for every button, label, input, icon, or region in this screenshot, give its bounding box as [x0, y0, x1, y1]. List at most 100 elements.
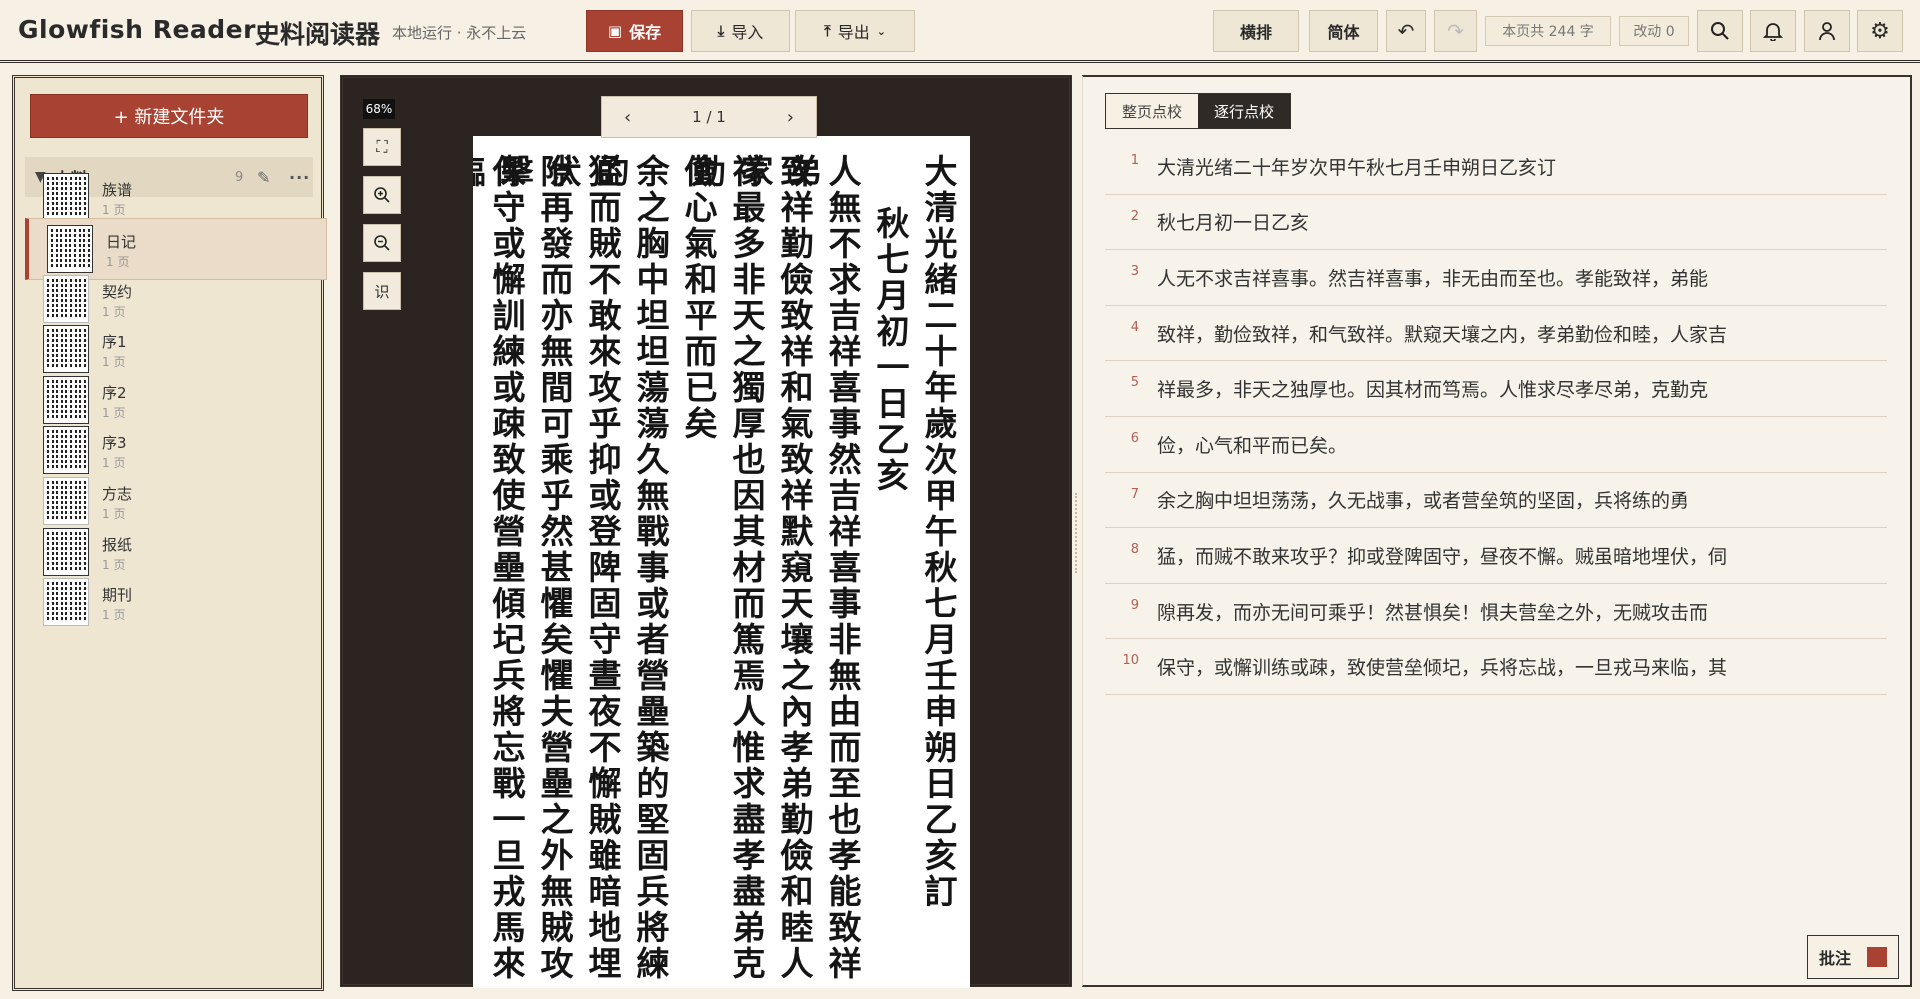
page-navigator: ‹ 1 / 1 › [601, 96, 817, 138]
document-name: 族谱 [102, 181, 133, 199]
thumbnail-line [83, 582, 86, 622]
thumbnail-line [51, 430, 54, 470]
thumbnail-line [60, 430, 63, 470]
line-number: 6 [1130, 430, 1139, 446]
line-text[interactable]: 致祥，勤俭致祥，和气致祥。默窥天壤之内，孝弟勤俭和睦，人家吉 [1157, 320, 1727, 347]
manuscript-column: 致祥勤儉致祥和氣致祥默窺天壤之內孝弟勤儉和睦人家 [735, 154, 814, 982]
transcription-row[interactable]: 4 致祥，勤俭致祥，和气致祥。默窥天壤之内，孝弟勤俭和睦，人家吉 [1105, 306, 1887, 362]
thumbnail-line [65, 279, 68, 319]
new-folder-button[interactable]: + 新建文件夹 [30, 94, 308, 138]
line-text[interactable]: 大清光绪二十年岁次甲午秋七月壬申朔日乙亥订 [1157, 153, 1556, 180]
document-thumbnail [43, 275, 89, 323]
notification-button[interactable] [1750, 10, 1796, 52]
document-name: 序2 [102, 384, 127, 402]
line-text[interactable]: 俭，心气和平而已矣。 [1157, 431, 1347, 458]
tab-full-page[interactable]: 整页点校 [1106, 94, 1199, 128]
resize-handle[interactable] [1075, 493, 1081, 573]
search-button[interactable] [1697, 10, 1743, 52]
zoom-out-button[interactable] [363, 224, 401, 262]
zoom-in-button[interactable] [363, 176, 401, 214]
thumbnail-line [79, 279, 82, 319]
thumbnail-line [70, 279, 72, 319]
manuscript-column: 保守或懈訓練或疎致使營壘傾圮兵將忘戰一旦戎馬來臨 [473, 154, 526, 982]
transcription-row[interactable]: 2 秋七月初一日乙亥 [1105, 195, 1887, 251]
line-text[interactable]: 猛，而贼不敢来攻乎？抑或登陴固守，昼夜不懈。贼虽暗地埋伏，伺 [1157, 542, 1727, 569]
manuscript-column: 猛而賊不敢來攻乎抑或登陴固守晝夜不懈賊雖暗地埋伏 [543, 154, 622, 982]
download-icon: ⤓ [717, 22, 725, 40]
thumbnail-line [74, 582, 77, 622]
thumbnail-line [74, 279, 77, 319]
search-icon [1711, 22, 1729, 40]
thumbnail-line [70, 532, 72, 572]
manuscript-column: 余之胸中坦坦蕩蕩久無戰事或者營壘築的堅固兵將練的 [591, 154, 670, 982]
transcription-row[interactable]: 10 保守，或懈训练或疎，致使营垒倾圮，兵将忘战，一旦戎马来临，其 [1105, 639, 1887, 695]
thumbnail-line [55, 229, 58, 269]
manuscript-column: 隙再發而亦無間可乘乎然甚懼矣懼夫營壘之外無賊攻擊 [495, 154, 574, 982]
prev-page-icon[interactable]: ‹ [624, 107, 631, 128]
thumbnail-line [70, 481, 72, 521]
document-item[interactable]: 期刊 1 页 [25, 572, 327, 634]
undo-icon: ↶ [1397, 19, 1415, 43]
line-text[interactable]: 余之胸中坦坦荡荡，久无战事，或者营垒筑的坚固，兵将练的勇 [1157, 486, 1689, 513]
thumbnail-line [70, 380, 72, 420]
thumbnail-line [83, 532, 86, 572]
document-thumbnail [43, 426, 89, 474]
document-pages: 1 页 [102, 507, 126, 521]
script-toggle-button[interactable]: 简体 [1309, 10, 1378, 52]
thumbnail-line [79, 380, 82, 420]
annotate-button[interactable]: 批注 [1807, 935, 1899, 979]
transcription-row[interactable]: 7 余之胸中坦坦荡荡，久无战事，或者营垒筑的坚固，兵将练的勇 [1105, 473, 1887, 529]
line-number: 9 [1130, 597, 1139, 613]
thumbnail-line [56, 430, 59, 470]
next-page-icon[interactable]: › [787, 107, 794, 128]
thumbnail-line [83, 430, 86, 470]
tab-line-by-line[interactable]: 逐行点校 [1198, 94, 1291, 128]
settings-button[interactable]: ⚙ [1857, 10, 1903, 52]
thumbnail-line [87, 229, 90, 269]
transcription-row[interactable]: 5 祥最多，非天之独厚也。因其材而笃焉。人惟求尽孝尽弟，克勤克 [1105, 361, 1887, 417]
fit-screen-button[interactable]: ⛶ [363, 128, 401, 166]
line-text[interactable]: 保守，或懈训练或疎，致使营垒倾圮，兵将忘战，一旦戎马来临，其 [1157, 653, 1727, 680]
thumbnail-line [60, 380, 63, 420]
user-button[interactable] [1804, 10, 1850, 52]
manuscript-column: 大清光緒二十年歲次甲午秋七月壬申朔日乙亥訂 [919, 154, 958, 910]
sidebar: + 新建文件夹 ▼ 史料 9 ✎ ··· 族谱1 页日记1 页契约1 页序11 … [12, 75, 327, 991]
thumbnail-line [60, 229, 63, 269]
import-button[interactable]: ⤓ 导入 [691, 10, 790, 52]
line-text[interactable]: 祥最多，非天之独厚也。因其材而笃焉。人惟求尽孝尽弟，克勤克 [1157, 375, 1708, 402]
thumbnail-line [47, 177, 49, 217]
line-text[interactable]: 人无不求吉祥喜事。然吉祥喜事，非无由而至也。孝能致祥，弟能 [1157, 264, 1708, 291]
layout-toggle-button[interactable]: 横排 [1213, 10, 1299, 52]
transcription-row[interactable]: 9 隙再发，而亦无间可乘乎！然甚惧矣！惧夫营垒之外，无贼攻击而 [1105, 584, 1887, 640]
zoom-out-icon [374, 235, 390, 251]
gear-icon: ⚙ [1870, 18, 1890, 44]
ocr-button[interactable]: 识 [363, 272, 401, 310]
redo-button[interactable]: ↷ [1434, 10, 1477, 52]
line-text[interactable]: 秋七月初一日乙亥 [1157, 208, 1309, 235]
transcription-row[interactable]: 3 人无不求吉祥喜事。然吉祥喜事，非无由而至也。孝能致祥，弟能 [1105, 250, 1887, 306]
thumbnail-line [78, 229, 81, 269]
save-button[interactable]: ▣ 保存 [586, 10, 683, 52]
thumbnail-line [79, 430, 82, 470]
thumbnail-line [74, 532, 77, 572]
export-button[interactable]: ⤒ 导出 ⌄ [795, 10, 915, 52]
thumbnail-line [51, 329, 54, 369]
transcription-row[interactable]: 1 大清光绪二十年岁次甲午秋七月壬申朔日乙亥订 [1105, 139, 1887, 195]
thumbnail-line [56, 177, 59, 217]
document-name: 日记 [106, 233, 137, 251]
line-text[interactable]: 隙再发，而亦无间可乘乎！然甚惧矣！惧夫营垒之外，无贼攻击而 [1157, 598, 1708, 625]
document-name: 序1 [102, 333, 127, 351]
redo-icon: ↷ [1447, 19, 1464, 43]
save-icon: ▣ [607, 22, 623, 40]
document-thumbnail [43, 578, 89, 626]
thumbnail-line [83, 380, 86, 420]
line-number: 2 [1130, 208, 1139, 224]
transcription-row[interactable]: 6 俭，心气和平而已矣。 [1105, 417, 1887, 473]
line-number: 7 [1130, 486, 1139, 502]
undo-button[interactable]: ↶ [1386, 10, 1426, 52]
proofread-panel: 整页点校 逐行点校 1 大清光绪二十年岁次甲午秋七月壬申朔日乙亥订 2 秋七月初一日乙… [1082, 75, 1912, 987]
document-pages: 1 页 [102, 305, 126, 319]
thumbnail-line [51, 532, 54, 572]
transcription-row[interactable]: 8 猛，而贼不敢来攻乎？抑或登陴固守，昼夜不懈。贼虽暗地埋伏，伺 [1105, 528, 1887, 584]
thumbnail-line [65, 582, 68, 622]
